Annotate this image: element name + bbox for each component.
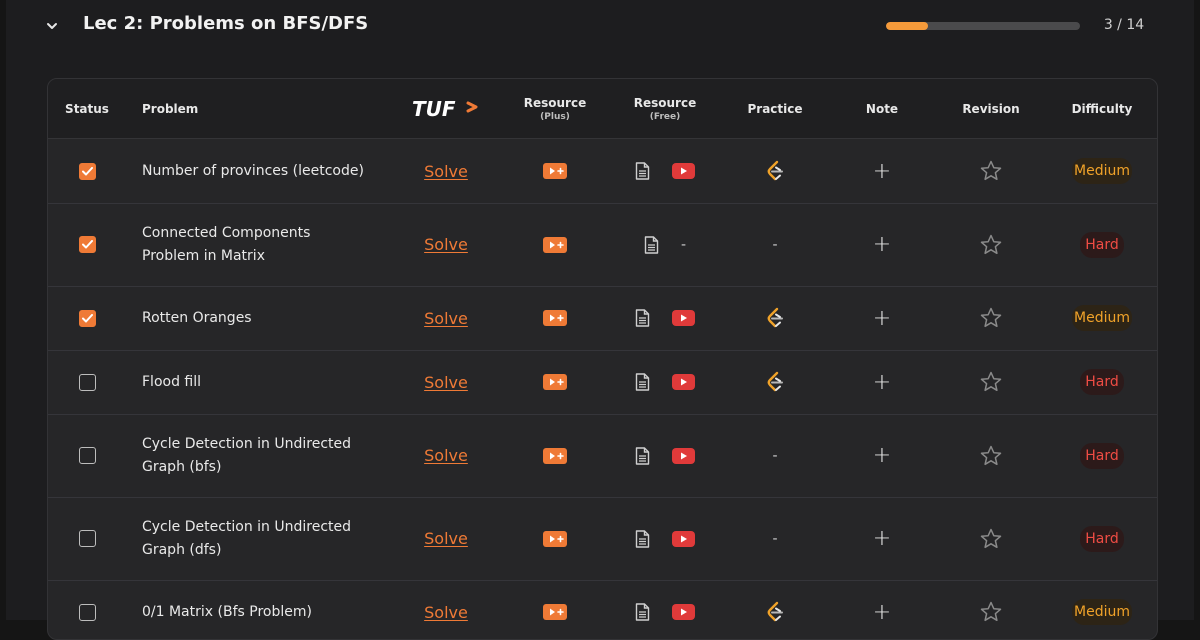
table-row: Rotten Oranges Solve + Medium: [48, 286, 1157, 351]
solve-link[interactable]: Solve: [424, 603, 468, 622]
svg-text:TUF: TUF: [412, 98, 456, 120]
status-checkbox[interactable]: [78, 530, 96, 547]
add-note-button[interactable]: +: [873, 370, 891, 395]
difficulty-badge: Medium: [1072, 158, 1132, 184]
difficulty-badge: Medium: [1072, 599, 1132, 625]
article-icon[interactable]: [644, 235, 659, 254]
header-revision: Revision: [962, 101, 1020, 116]
plus-video-icon[interactable]: [543, 310, 567, 326]
tuf-logo: TUF: [402, 79, 490, 138]
status-checkbox[interactable]: [78, 603, 96, 621]
problem-name: Flood fill: [142, 373, 202, 390]
status-checkbox[interactable]: [78, 236, 96, 253]
problem-name: Cycle Detection in Undirected Graph (bfs…: [142, 435, 352, 475]
no-practice-dash: -: [772, 447, 778, 464]
plus-video-icon[interactable]: [543, 447, 567, 464]
youtube-icon[interactable]: [672, 374, 695, 390]
progress-bar: [886, 22, 1080, 30]
problem-name: Rotten Oranges: [142, 309, 252, 326]
header-note: Note: [865, 101, 899, 116]
add-note-button[interactable]: +: [873, 306, 891, 331]
plus-video-icon[interactable]: [543, 604, 567, 620]
plus-video-icon[interactable]: [543, 374, 567, 390]
article-icon[interactable]: [635, 603, 650, 621]
add-note-button[interactable]: +: [873, 232, 891, 257]
star-icon[interactable]: [979, 159, 1003, 183]
table-row: Connected Components Problem in Matrix So…: [48, 203, 1157, 287]
header-resource-plus: Resource (Plus): [523, 95, 587, 122]
youtube-icon[interactable]: [672, 604, 695, 620]
solve-link[interactable]: Solve: [424, 309, 468, 328]
table-row: Cycle Detection in Undirected Graph (bfs…: [48, 414, 1157, 498]
difficulty-badge: Hard: [1080, 369, 1124, 395]
star-icon[interactable]: [979, 600, 1003, 624]
table-row: Flood fill Solve + Hard: [48, 350, 1157, 415]
table-row: 0/1 Matrix (Bfs Problem) Solve + Medium: [48, 580, 1157, 639]
article-icon[interactable]: [635, 529, 650, 548]
table-header: Status Problem TUF Resource (Plus) Resour…: [48, 79, 1157, 139]
lecture-title: Lec 2: Problems on BFS/DFS: [83, 13, 369, 34]
plus-video-icon[interactable]: [543, 236, 567, 253]
article-icon[interactable]: [635, 309, 650, 327]
star-icon[interactable]: [979, 527, 1003, 551]
status-checkbox[interactable]: [78, 447, 96, 464]
status-checkbox[interactable]: [78, 373, 96, 391]
problems-table: Status Problem TUF Resource (Plus) Resour…: [47, 78, 1158, 640]
progress-count: 3 / 14: [1103, 17, 1145, 33]
add-note-button[interactable]: +: [873, 600, 891, 625]
status-checkbox[interactable]: [78, 309, 96, 327]
progress-fill: [886, 22, 928, 30]
solve-link[interactable]: Solve: [424, 373, 468, 392]
checkmark-icon: [81, 166, 93, 176]
star-icon[interactable]: [979, 444, 1003, 468]
add-note-button[interactable]: +: [873, 443, 891, 468]
leetcode-icon[interactable]: [764, 160, 786, 182]
chevron-down-icon[interactable]: [42, 16, 62, 36]
solve-link[interactable]: Solve: [424, 162, 468, 181]
star-icon[interactable]: [979, 233, 1003, 257]
star-icon[interactable]: [979, 306, 1003, 330]
no-practice-dash: -: [772, 236, 778, 253]
youtube-icon[interactable]: [672, 447, 695, 464]
youtube-icon[interactable]: [672, 163, 695, 179]
sheet-page: Lec 2: Problems on BFS/DFS 3 / 14 Status…: [6, 0, 1194, 640]
solve-link[interactable]: Solve: [424, 529, 468, 548]
solve-link[interactable]: Solve: [424, 446, 468, 465]
article-icon[interactable]: [635, 162, 650, 180]
header-status: Status: [65, 101, 109, 116]
difficulty-badge: Hard: [1080, 525, 1124, 552]
article-icon[interactable]: [635, 373, 650, 391]
header-resource-free: Resource (Free): [633, 95, 697, 122]
header-problem: Problem: [142, 101, 199, 116]
problem-name: Cycle Detection in Undirected Graph (dfs…: [142, 518, 352, 558]
problem-name: Number of provinces (leetcode): [142, 162, 364, 179]
no-practice-dash: -: [772, 530, 778, 547]
header-practice: Practice: [747, 101, 803, 116]
table-row: Cycle Detection in Undirected Graph (dfs…: [48, 497, 1157, 581]
add-note-button[interactable]: +: [873, 526, 891, 551]
solve-link[interactable]: Solve: [424, 235, 468, 254]
star-icon[interactable]: [979, 370, 1003, 394]
problem-name: 0/1 Matrix (Bfs Problem): [142, 603, 312, 620]
leetcode-icon[interactable]: [764, 371, 786, 393]
add-note-button[interactable]: +: [873, 159, 891, 184]
difficulty-badge: Medium: [1072, 305, 1132, 331]
no-video-dash: -: [680, 236, 687, 253]
table-row: Number of provinces (leetcode) Solve + Medi…: [48, 139, 1157, 204]
youtube-icon[interactable]: [672, 530, 695, 547]
difficulty-badge: Hard: [1080, 231, 1124, 258]
plus-video-icon[interactable]: [543, 163, 567, 179]
article-icon[interactable]: [635, 446, 650, 465]
difficulty-badge: Hard: [1080, 442, 1124, 469]
leetcode-icon[interactable]: [764, 307, 786, 329]
problem-name: Connected Components Problem in Matrix: [142, 224, 311, 264]
checkmark-icon: [81, 313, 93, 323]
lecture-header[interactable]: Lec 2: Problems on BFS/DFS 3 / 14: [6, 0, 1194, 56]
status-checkbox[interactable]: [78, 162, 96, 180]
checkmark-icon: [81, 240, 93, 249]
plus-video-icon[interactable]: [543, 530, 567, 547]
header-difficulty: Difficulty: [1071, 101, 1133, 116]
youtube-icon[interactable]: [672, 310, 695, 326]
